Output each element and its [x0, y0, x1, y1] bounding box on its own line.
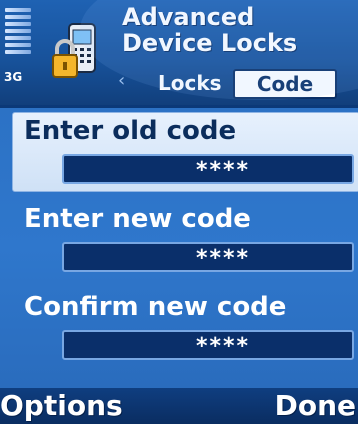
new-code-label: Enter new code	[24, 204, 251, 234]
network-type-label: 3G	[4, 70, 23, 84]
confirm-code-label: Confirm new code	[24, 292, 287, 322]
tab-code[interactable]: Code	[233, 69, 337, 99]
options-softkey[interactable]: Options	[0, 389, 123, 423]
tab-locks[interactable]: Locks	[158, 70, 222, 96]
phone-lock-icon	[52, 23, 96, 78]
page-title: Advanced Device Locks	[122, 4, 352, 56]
old-code-field[interactable]: ****	[62, 154, 354, 184]
code-form: Enter old code **** Enter new code **** …	[0, 108, 358, 388]
title-bar: 3G Advanced Device Locks ‹ Locks Code	[0, 0, 358, 105]
title-line-2: Device Locks	[122, 29, 298, 57]
title-line-1: Advanced	[122, 3, 255, 31]
confirm-code-field[interactable]: ****	[62, 330, 354, 360]
signal-strength-icon	[5, 8, 31, 68]
softkey-bar: Options Done	[0, 388, 358, 424]
old-code-label: Enter old code	[24, 116, 237, 146]
new-code-field[interactable]: ****	[62, 242, 354, 272]
tab-left-arrow-icon[interactable]: ‹	[118, 70, 125, 91]
done-softkey[interactable]: Done	[275, 389, 356, 423]
